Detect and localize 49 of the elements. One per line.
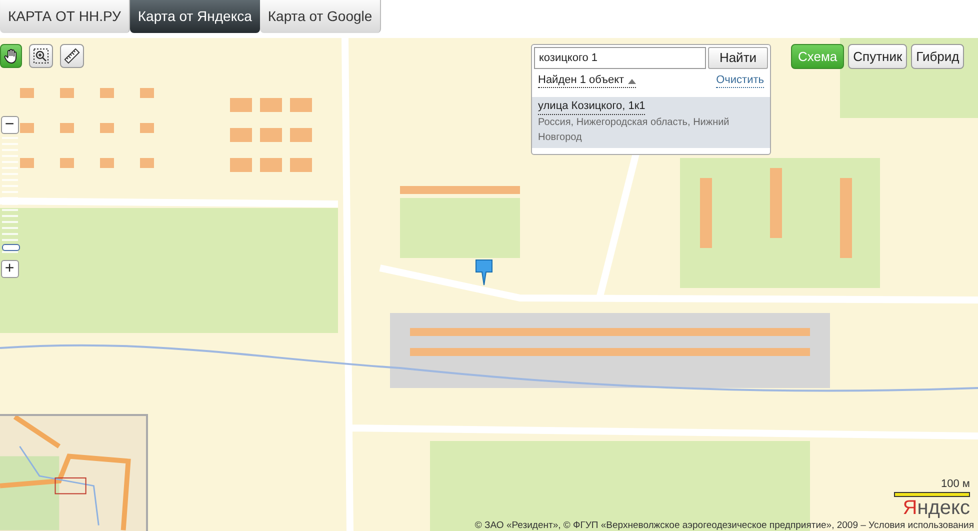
building-shape (230, 128, 252, 142)
scale-label: 100 м (941, 479, 970, 490)
building-shape (290, 98, 312, 112)
ruler-tool-button[interactable] (60, 44, 84, 68)
results-toggle[interactable]: Найден 1 объект (538, 74, 636, 88)
building-shape (60, 123, 74, 133)
building-shape (290, 128, 312, 142)
search-field[interactable]: козицкого 1 (534, 47, 706, 69)
clear-link[interactable]: Очистить (716, 74, 764, 88)
building-shape (100, 158, 114, 168)
building-shape (20, 123, 34, 133)
result-address: Россия, Нижегородская область, Нижний Новгород (538, 116, 730, 145)
building-shape (140, 158, 154, 168)
building-shape (60, 88, 74, 98)
building-shape (20, 88, 34, 98)
zoom-area-icon (33, 48, 49, 64)
copyright-text: © ЗАО «Резидент», © ФГУП «Верхневолжское аэрогеодезическое предприятие», 2009 – Условия использования (474, 520, 974, 531)
map-pin-icon (474, 258, 494, 286)
building-shape (140, 88, 154, 98)
building-shape (20, 158, 34, 168)
result-title[interactable]: улица Козицкого, 1к1 (538, 100, 646, 115)
zoom-out-button[interactable]: − (0, 116, 18, 134)
hand-tool-button[interactable] (0, 44, 22, 68)
find-button[interactable]: Найти (708, 47, 768, 69)
zoom-area-tool-button[interactable] (29, 44, 53, 68)
zoom-slider-thumb[interactable] (2, 244, 20, 252)
map-source-tab[interactable]: Карта от Google (260, 0, 382, 33)
building-shape (230, 98, 252, 112)
building-shape (100, 123, 114, 133)
building-shape (60, 158, 74, 168)
building-shape (700, 178, 712, 248)
building-shape (260, 98, 282, 112)
building-shape (260, 128, 282, 142)
yandex-logo: Яндекс (902, 498, 970, 518)
zoom-in-button[interactable]: + (0, 260, 18, 278)
hand-icon (3, 48, 19, 64)
building-shape (140, 123, 154, 133)
search-result[interactable]: улица Козицкого, 1к1 Россия, Нижегородская область, Нижний Новгород (532, 97, 770, 148)
building-shape (100, 88, 114, 98)
building-shape (230, 158, 252, 172)
map-source-tab[interactable]: Карта от Яндекса (130, 0, 260, 33)
map-source-tab[interactable]: КАРТА ОТ НН.РУ (0, 0, 130, 33)
building-shape (290, 158, 312, 172)
building-shape (260, 158, 282, 172)
map-type-button[interactable]: Спутник (848, 44, 908, 69)
caret-icon (628, 78, 636, 84)
map-type-button[interactable]: Гибрид (911, 44, 964, 69)
building-shape (770, 168, 782, 238)
ruler-icon (64, 48, 80, 64)
